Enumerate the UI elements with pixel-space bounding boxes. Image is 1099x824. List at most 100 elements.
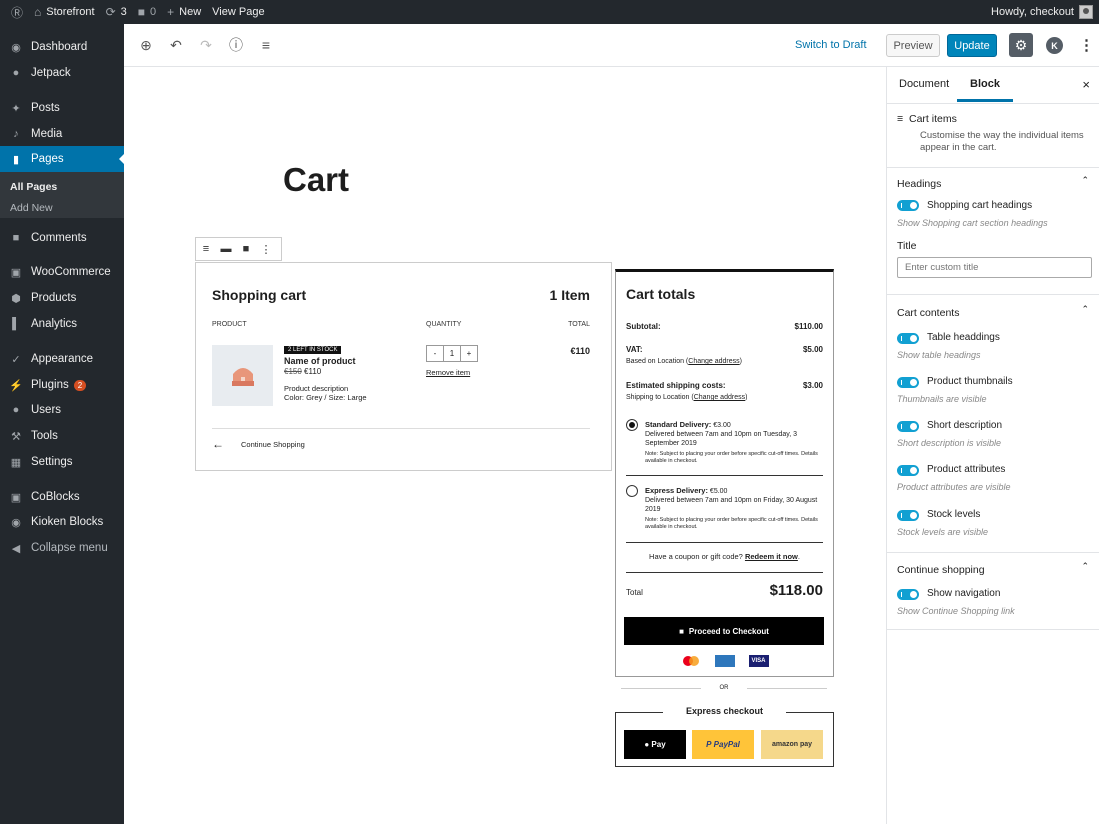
switch-to-draft-button[interactable]: Switch to Draft xyxy=(795,39,867,51)
view-page-link[interactable]: View Page xyxy=(212,6,264,18)
paypal-button[interactable]: P PayPal xyxy=(692,730,754,759)
mastercard-icon xyxy=(681,655,701,667)
product-description: Product description Color: Grey / Size: L… xyxy=(284,384,367,402)
info-icon[interactable]: ⓘ xyxy=(228,35,244,55)
undo-icon[interactable]: ↶ xyxy=(168,37,184,54)
admin-bar: Ⓡ ⌂ Storefront ⟳ 3 ■ 0 + New View Page Howdy… xyxy=(0,0,1099,24)
cart-count: 1 Item xyxy=(549,287,590,303)
outline-icon[interactable]: ≡ xyxy=(258,37,274,53)
product-name[interactable]: Name of product xyxy=(284,356,356,366)
sidebar-item-coblocks[interactable]: ▣ CoBlocks xyxy=(0,484,124,510)
submenu-add-new[interactable]: Add New xyxy=(10,202,53,214)
sidebar-item-woocommerce[interactable]: ▣ WooCommerce xyxy=(0,259,124,285)
express-delivery-radio[interactable] xyxy=(626,485,638,497)
stock-levels-toggle[interactable] xyxy=(897,510,919,521)
table-headings-toggle[interactable] xyxy=(897,333,919,344)
product-price: €150 €110 xyxy=(284,367,322,376)
sidebar-item-analytics[interactable]: ▌ Analytics xyxy=(0,311,124,337)
toggle-label: Product attributes xyxy=(927,464,1006,475)
sidebar-item-pages[interactable]: ▮ Pages xyxy=(0,146,124,172)
payment-cards: VISA xyxy=(616,655,833,667)
more-vertical-icon[interactable]: ⋮ xyxy=(256,243,276,256)
sidebar-item-dashboard[interactable]: ◉ Dashboard xyxy=(0,34,124,60)
sidebar-item-settings[interactable]: ▦ Settings xyxy=(0,449,124,475)
chevron-up-icon[interactable]: ⌃ xyxy=(1081,304,1089,315)
divider xyxy=(887,629,1099,630)
header-total: TOTAL xyxy=(568,321,590,328)
continue-shopping-link[interactable]: ← Continue Shopping xyxy=(212,437,305,451)
sidebar-item-kioken-blocks[interactable]: ◉ Kioken Blocks xyxy=(0,509,124,535)
custom-title-input[interactable] xyxy=(897,257,1092,278)
change-address-link[interactable]: Change address xyxy=(688,358,739,365)
tab-document[interactable]: Document xyxy=(899,78,949,90)
update-button[interactable]: Update xyxy=(947,34,997,57)
chevron-up-icon[interactable]: ⌃ xyxy=(1081,175,1089,186)
decrease-button[interactable]: - xyxy=(427,346,444,361)
gear-icon[interactable]: ⚙ xyxy=(1009,33,1033,57)
editor-toolbar: ⊕ ↶ ↷ ⓘ ≡ Switch to Draft Preview Update… xyxy=(124,24,1099,67)
amazon-pay-button[interactable]: amazon pay xyxy=(761,730,823,759)
woo-icon: ▣ xyxy=(10,266,22,279)
user-icon: ● xyxy=(12,404,20,416)
proceed-to-checkout-button[interactable]: ■ Proceed to Checkout xyxy=(624,617,824,645)
shipping-row: Estimated shipping costs: $3.00 xyxy=(626,381,823,390)
preview-button[interactable]: Preview xyxy=(886,34,940,57)
continue-shopping-section-toggle[interactable]: Continue shopping xyxy=(897,564,985,576)
align-wide-icon[interactable]: ■ xyxy=(236,243,256,255)
list-icon[interactable]: ≡ xyxy=(196,243,216,255)
header-product: PRODUCT xyxy=(212,321,247,328)
show-navigation-toggle[interactable] xyxy=(897,589,919,600)
toggle-label: Short description xyxy=(927,420,1003,431)
redo-icon[interactable]: ↷ xyxy=(198,37,214,54)
sidebar-item-users[interactable]: ● Users xyxy=(0,397,124,423)
remove-item-link[interactable]: Remove item xyxy=(426,368,470,377)
standard-delivery-radio[interactable] xyxy=(626,419,638,431)
sidebar-collapse-menu[interactable]: ◀ Collapse menu xyxy=(0,535,124,561)
wordpress-logo-icon[interactable]: Ⓡ xyxy=(11,4,23,21)
comments-link[interactable]: ■ 0 xyxy=(138,5,156,19)
kioken-icon[interactable]: K xyxy=(1046,37,1063,54)
more-options-icon[interactable]: ⋮ xyxy=(1079,36,1094,54)
shopping-cart-block[interactable]: Shopping cart 1 Item PRODUCT QUANTITY TO… xyxy=(195,262,612,471)
quantity-field[interactable]: 1 xyxy=(444,346,461,361)
product-attributes-toggle[interactable] xyxy=(897,465,919,476)
redeem-link[interactable]: Redeem it now xyxy=(745,552,798,561)
list-icon: ≡ xyxy=(897,113,904,125)
sidebar-item-posts[interactable]: ✦ Posts xyxy=(0,95,124,121)
tab-block[interactable]: Block xyxy=(957,78,1013,102)
chevron-up-icon[interactable]: ⌃ xyxy=(1081,561,1089,572)
new-link[interactable]: + New xyxy=(167,5,201,19)
brush-icon: ✓ xyxy=(11,353,21,366)
plus-icon: + xyxy=(167,5,175,19)
block-description: Customise the way the individual items a… xyxy=(920,130,1084,153)
sidebar-item-plugins[interactable]: ⚡ Plugins 2 xyxy=(0,372,124,398)
short-description-toggle[interactable] xyxy=(897,421,919,432)
site-link[interactable]: ⌂ Storefront xyxy=(34,5,95,19)
close-icon[interactable]: × xyxy=(1082,77,1090,92)
account-menu[interactable]: Howdy, checkout xyxy=(991,5,1093,19)
settings-sidebar: Document Block × ≡ Cart items Customise … xyxy=(886,67,1099,824)
comment-icon: ■ xyxy=(12,232,20,244)
add-block-icon[interactable]: ⊕ xyxy=(138,37,154,54)
increase-button[interactable]: + xyxy=(461,346,477,361)
updates-link[interactable]: ⟳ 3 xyxy=(106,5,127,19)
submenu-all-pages[interactable]: All Pages xyxy=(10,181,57,193)
change-address-link[interactable]: Change address xyxy=(694,394,745,401)
sidebar-item-jetpack[interactable]: ● Jetpack xyxy=(0,60,124,86)
divider xyxy=(887,294,1099,295)
product-thumbnails-toggle[interactable] xyxy=(897,377,919,388)
cart-contents-section-toggle[interactable]: Cart contents xyxy=(897,307,959,319)
sidebar-item-products[interactable]: ⬢ Products xyxy=(0,285,124,311)
sidebar-item-appearance[interactable]: ✓ Appearance xyxy=(0,346,124,372)
sidebar-item-media[interactable]: ♪ Media xyxy=(0,121,124,147)
sidebar-item-tools[interactable]: ⚒ Tools xyxy=(0,423,124,449)
standard-delivery-option: Standard Delivery: €3.00 Delivered betwee… xyxy=(645,420,818,464)
cart-totals-block[interactable]: Cart totals Subtotal: $110.00 VAT: $5.00 B… xyxy=(615,269,834,677)
subtotal-row: Subtotal: $110.00 xyxy=(626,322,823,331)
align-center-icon[interactable]: ▬ xyxy=(216,243,236,255)
sidebar-item-comments[interactable]: ■ Comments xyxy=(0,225,124,251)
headings-section-toggle[interactable]: Headings xyxy=(897,178,941,190)
apple-pay-button[interactable]: ● Pay xyxy=(624,730,686,759)
page-title[interactable]: Cart xyxy=(283,161,349,199)
shopping-cart-headings-toggle[interactable] xyxy=(897,200,919,211)
